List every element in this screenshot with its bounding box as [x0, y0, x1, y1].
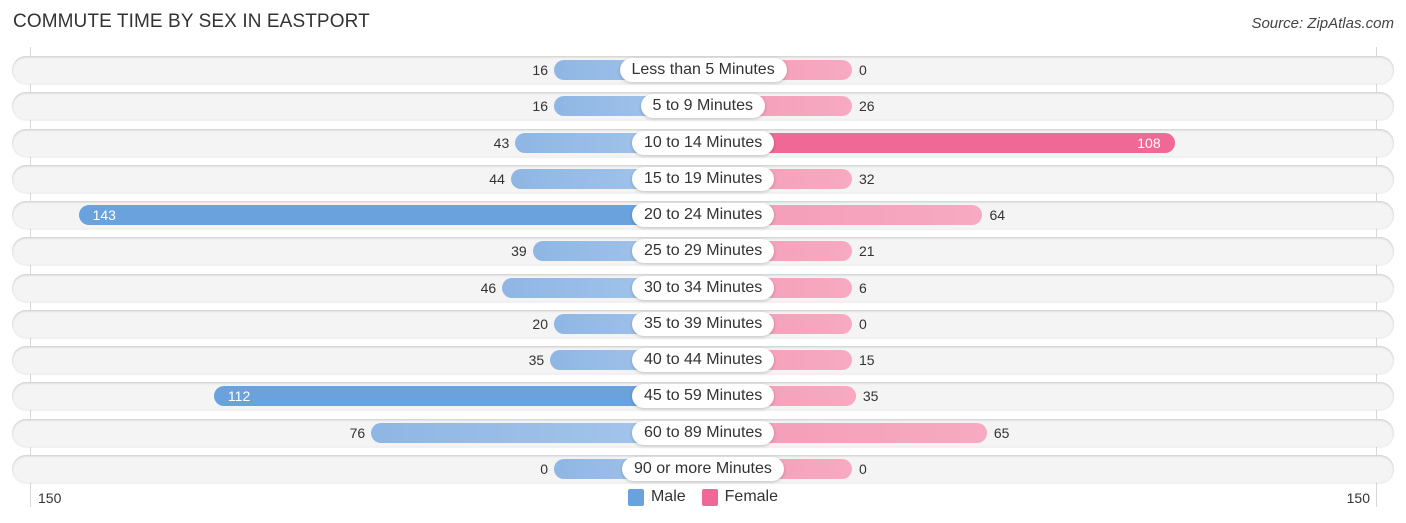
male-value-label: 46 [480, 279, 497, 296]
category-label: 40 to 44 Minutes [632, 348, 775, 372]
female-value-label: 21 [859, 243, 875, 260]
male-value-label: 143 [92, 207, 116, 223]
male-value-label: 16 [532, 98, 548, 115]
category-label: 20 to 24 Minutes [632, 203, 775, 227]
legend-label-female: Female [724, 488, 779, 505]
category-label: 90 or more Minutes [622, 456, 784, 481]
male-value-label: 16 [532, 62, 548, 78]
male-value-label: 20 [532, 315, 548, 332]
male-value-label: 76 [349, 424, 366, 441]
category-label: 45 to 59 Minutes [632, 384, 775, 409]
category-label: 35 to 39 Minutes [632, 311, 775, 336]
female-value-label: 65 [993, 424, 1010, 441]
category-label: 10 to 14 Minutes [632, 130, 775, 155]
male-swatch [627, 488, 644, 506]
male-bar[interactable] [78, 205, 703, 225]
female-value-label: 35 [862, 388, 879, 405]
category-label: 15 to 19 Minutes [632, 166, 775, 191]
male-value-label: 43 [493, 134, 510, 151]
female-value-label: 32 [859, 170, 875, 187]
category-label: Less than 5 Minutes [619, 58, 787, 82]
category-label: 25 to 29 Minutes [632, 239, 775, 264]
female-value-label: 0 [859, 460, 867, 477]
male-value-label: 35 [528, 352, 545, 368]
legend: Male Female [0, 488, 1406, 506]
male-value-label: 0 [540, 460, 548, 477]
female-value-label: 6 [859, 279, 867, 296]
female-value-label: 108 [1137, 134, 1161, 151]
male-bar[interactable] [213, 386, 703, 407]
legend-item-female[interactable]: Female [701, 488, 779, 506]
male-value-label: 44 [489, 170, 505, 187]
female-value-label: 0 [859, 315, 867, 332]
female-swatch [701, 488, 718, 506]
male-value-label: 39 [511, 243, 527, 260]
female-value-label: 15 [859, 352, 875, 368]
category-label: 5 to 9 Minutes [640, 94, 765, 119]
female-value-label: 0 [859, 62, 867, 78]
female-value-label: 26 [859, 98, 875, 115]
female-value-label: 64 [989, 207, 1006, 223]
legend-label-male: Male [650, 488, 686, 505]
chart-title: COMMUTE TIME BY SEX IN EASTPORT [13, 11, 370, 32]
category-label: 30 to 34 Minutes [632, 275, 775, 300]
source-label: Source: ZipAtlas.com [1251, 15, 1394, 32]
category-label: 60 to 89 Minutes [632, 420, 775, 445]
male-value-label: 112 [227, 388, 251, 405]
legend-item-male[interactable]: Male [627, 488, 686, 506]
